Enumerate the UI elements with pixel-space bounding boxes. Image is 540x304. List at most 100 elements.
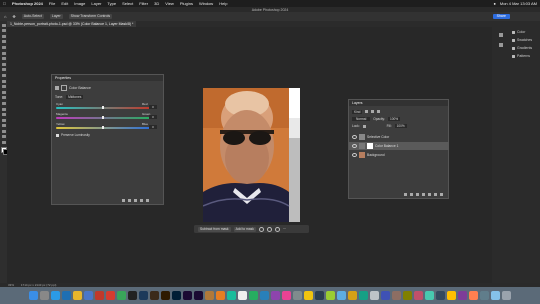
filter-adjustment-icon[interactable]: [371, 110, 375, 113]
menu-image[interactable]: Image: [74, 1, 85, 6]
cyan-red-value[interactable]: 0: [149, 105, 157, 109]
cyan-red-slider[interactable]: [56, 106, 150, 109]
finder-icon[interactable]: [29, 291, 38, 300]
app-icon-rose[interactable]: [414, 291, 423, 300]
app-menu[interactable]: Photoshop 2024: [12, 1, 43, 6]
move-tool[interactable]: [1, 23, 6, 27]
menu-type[interactable]: Type: [107, 1, 116, 6]
illustrator-icon[interactable]: [161, 291, 170, 300]
delete-icon[interactable]: [146, 199, 149, 202]
app-icon-gold[interactable]: [348, 291, 357, 300]
new-adjustment-icon[interactable]: [422, 193, 425, 196]
app-icon-amber[interactable]: [447, 291, 456, 300]
menu-filter[interactable]: Filter: [139, 1, 148, 6]
dock-color[interactable]: Color: [510, 28, 540, 36]
apple-icon[interactable]: : [3, 1, 6, 6]
lock-icon[interactable]: [362, 124, 366, 128]
yellow-blue-slider[interactable]: [56, 126, 150, 129]
auto-select-target[interactable]: Layer: [49, 14, 63, 19]
object-select-tool[interactable]: [1, 40, 6, 44]
menu-view[interactable]: View: [165, 1, 174, 6]
layer-row-selective-color[interactable]: Selective Color: [349, 133, 449, 141]
reset-icon[interactable]: [134, 199, 137, 202]
app-icon-navy[interactable]: [315, 291, 324, 300]
app-icon-mint[interactable]: [425, 291, 434, 300]
layer-row-color-balance[interactable]: Color Balance 1: [349, 142, 449, 150]
app-icon-dark[interactable]: [128, 291, 137, 300]
filter-type-icon[interactable]: [377, 110, 381, 113]
filter-pixel-icon[interactable]: [365, 110, 369, 113]
new-group-icon[interactable]: [428, 193, 431, 196]
trash-bin-icon[interactable]: [502, 291, 511, 300]
auto-select-checkbox[interactable]: Auto-Select: [21, 14, 44, 19]
menu-window[interactable]: Window: [199, 1, 213, 6]
subtract-from-mask-button[interactable]: Subtract from mask: [198, 226, 231, 232]
safari-icon[interactable]: [51, 291, 60, 300]
tone-select[interactable]: Midtones: [66, 95, 84, 99]
fill-icon[interactable]: [274, 226, 280, 232]
history-brush-tool[interactable]: [1, 79, 6, 83]
preserve-checkbox[interactable]: [56, 133, 59, 137]
lightroom-classic-icon[interactable]: [139, 291, 148, 300]
pen-tool[interactable]: [1, 107, 6, 111]
app-icon-coral[interactable]: [469, 291, 478, 300]
adjustments-icon[interactable]: [499, 43, 503, 47]
move-tool-icon[interactable]: ✥: [12, 14, 15, 19]
app-icon-teal[interactable]: [227, 291, 236, 300]
stamp-tool[interactable]: [1, 73, 6, 77]
zoom-tool[interactable]: [1, 135, 6, 139]
app-icon-lime[interactable]: [326, 291, 335, 300]
magenta-green-value[interactable]: 0: [149, 115, 157, 119]
photoshop-icon[interactable]: [172, 291, 181, 300]
filezilla-icon[interactable]: [95, 291, 104, 300]
crop-tool[interactable]: [1, 45, 6, 49]
hand-tool[interactable]: [1, 129, 6, 133]
app-icon-silver[interactable]: [370, 291, 379, 300]
share-button[interactable]: Share: [492, 14, 510, 19]
frame-tool[interactable]: [1, 51, 6, 55]
properties-title[interactable]: Properties: [52, 75, 163, 81]
vscode-icon[interactable]: [62, 291, 71, 300]
path-select-tool[interactable]: [1, 118, 6, 122]
new-layer-icon[interactable]: [434, 193, 437, 196]
invert-icon[interactable]: [258, 226, 264, 232]
opacity-input[interactable]: 100%: [387, 117, 401, 121]
menu-edit[interactable]: Edit: [61, 1, 68, 6]
shape-tool[interactable]: [1, 124, 6, 128]
clip-icon[interactable]: [122, 199, 125, 202]
link-icon[interactable]: [404, 193, 407, 196]
lasso-tool[interactable]: [1, 34, 6, 38]
fill-input[interactable]: 100%: [394, 124, 407, 128]
history-icon[interactable]: [499, 33, 503, 37]
eyedropper-tool[interactable]: [1, 57, 6, 61]
dock-gradients[interactable]: Gradients: [510, 44, 540, 52]
menu-file[interactable]: File: [49, 1, 55, 6]
yellow-blue-value[interactable]: 0: [149, 125, 157, 129]
marquee-tool[interactable]: [1, 29, 6, 33]
show-transform-checkbox[interactable]: Show Transform Controls: [68, 14, 113, 19]
more-options-icon[interactable]: ⋯: [283, 227, 286, 231]
chrome-icon[interactable]: [73, 291, 82, 300]
brush-tool[interactable]: [1, 68, 6, 72]
launchpad-icon[interactable]: [40, 291, 49, 300]
layers-title[interactable]: Layers: [349, 100, 448, 106]
app-icon-charcoal[interactable]: [436, 291, 445, 300]
visibility-icon[interactable]: [140, 199, 143, 202]
app-icon-yellow[interactable]: [304, 291, 313, 300]
app-icon-olive[interactable]: [403, 291, 412, 300]
healing-tool[interactable]: [1, 62, 6, 66]
trash-icon[interactable]: [440, 193, 443, 196]
fx-icon[interactable]: [410, 193, 413, 196]
eraser-tool[interactable]: [1, 85, 6, 89]
dodge-tool[interactable]: [1, 101, 6, 105]
files-icon[interactable]: [84, 291, 93, 300]
gradient-tool[interactable]: [1, 90, 6, 94]
blur-tool[interactable]: [1, 96, 6, 100]
menu-plugins[interactable]: Plugins: [180, 1, 193, 6]
home-icon[interactable]: ⌂: [4, 14, 6, 19]
app-icon-red[interactable]: [106, 291, 115, 300]
more-tools[interactable]: [1, 141, 6, 145]
app-icon-pink[interactable]: [282, 291, 291, 300]
layer-mask-icon[interactable]: [61, 85, 67, 91]
app-icon-purple[interactable]: [271, 291, 280, 300]
